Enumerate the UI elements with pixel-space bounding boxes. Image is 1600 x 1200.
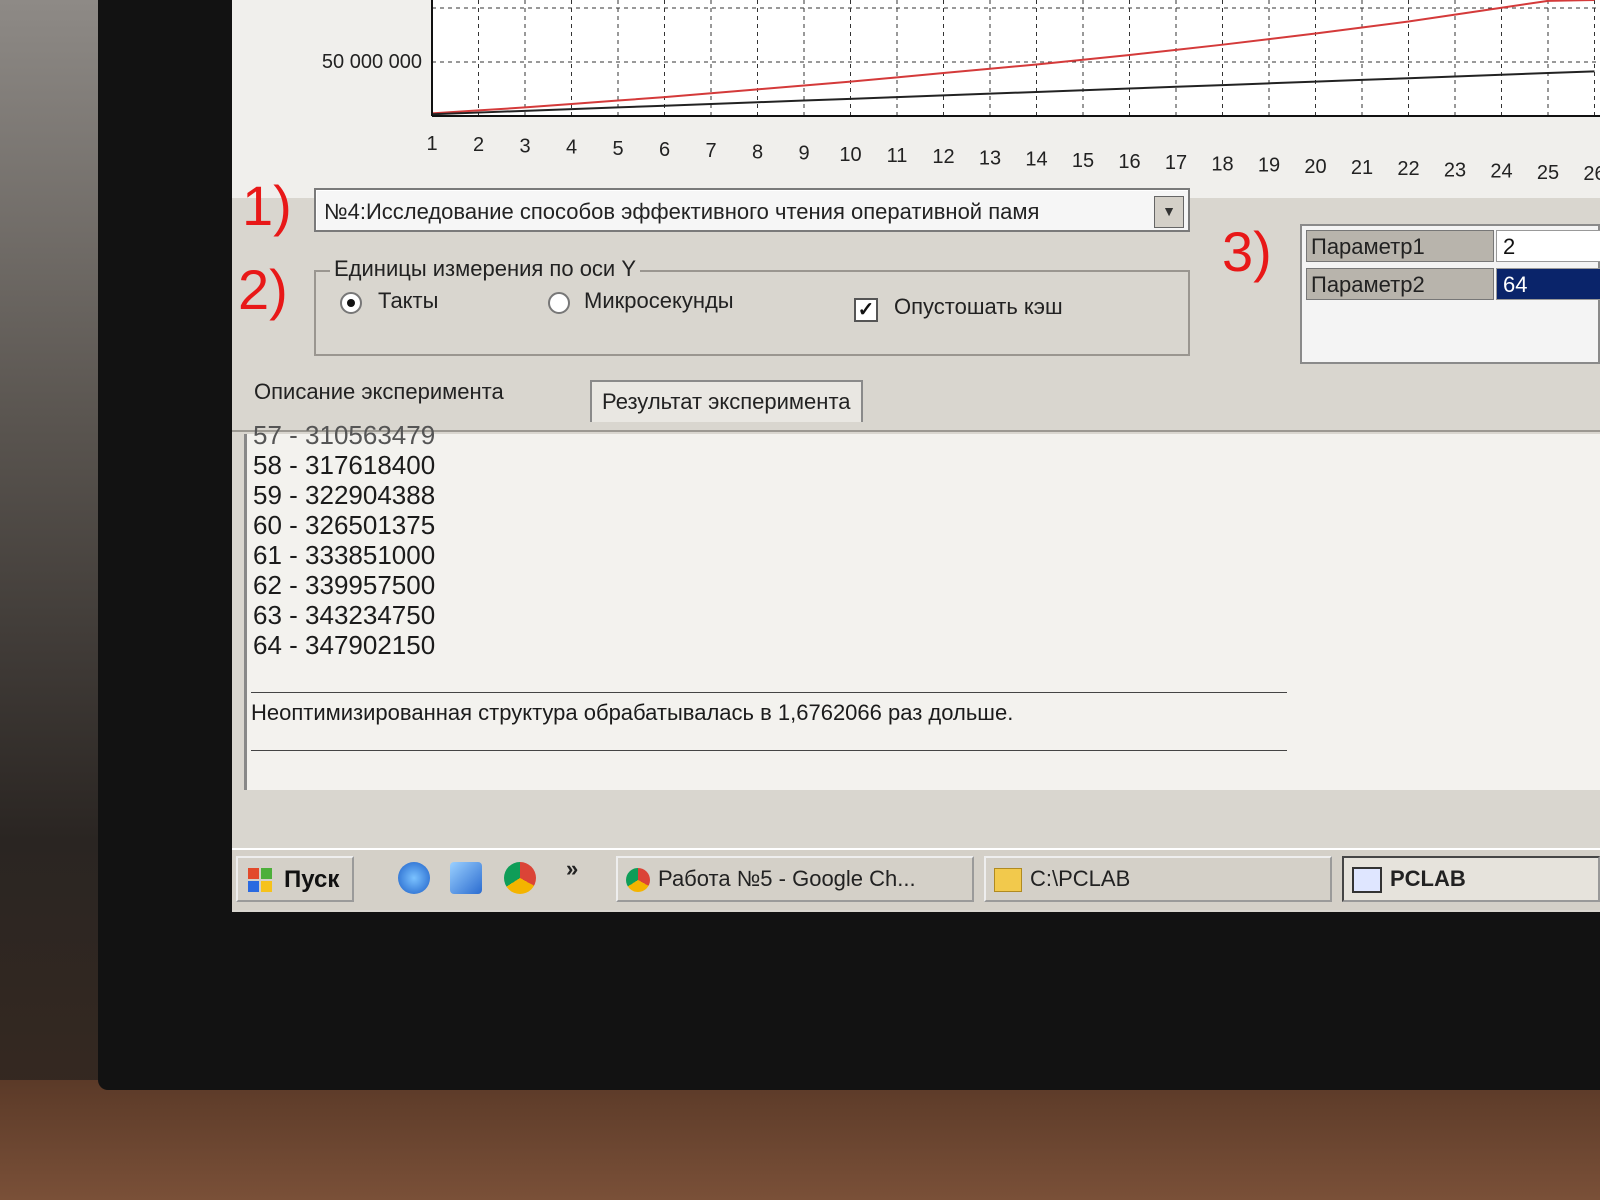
x-tick-label: 9 (798, 143, 809, 165)
result-line: 57 - 310563479 (253, 420, 436, 450)
radio-ticks[interactable] (340, 292, 362, 314)
desktop-icon[interactable] (450, 862, 482, 894)
x-tick-label: 13 (979, 147, 1001, 169)
x-tick-label: 7 (705, 140, 716, 162)
x-tick-label: 4 (566, 137, 577, 159)
task-chrome-window[interactable]: Работа №5 - Google Ch... (616, 856, 974, 902)
x-tick-label: 24 (1490, 161, 1512, 183)
folder-icon (994, 868, 1022, 893)
x-tick-label: 3 (519, 135, 530, 157)
result-line: 62 - 339957500 (253, 570, 436, 600)
radio-microseconds[interactable] (548, 292, 570, 314)
task-label: Работа №5 - Google Ch... (658, 866, 916, 891)
task-label: PCLAB (1390, 866, 1466, 891)
chrome-icon[interactable] (504, 862, 536, 894)
x-tick-label: 21 (1351, 157, 1373, 179)
chart-svg: 50 000 000 1 2 3 4 5 6 7 8 9 10 11 12 13 14 15 16 17 18 19… (322, 0, 1600, 185)
separator-line (251, 692, 1287, 693)
x-tick-label: 17 (1165, 152, 1187, 174)
x-tick-label: 20 (1304, 156, 1326, 178)
quicklaunch-more-icon[interactable]: » (566, 856, 578, 882)
start-label: Пуск (284, 866, 340, 893)
param-name: Параметр1 (1306, 230, 1494, 262)
experiment-select-value: №4:Исследование способов эффективного чт… (324, 199, 1040, 224)
desk-surface (0, 1080, 1600, 1200)
x-tick-label: 26 (1583, 163, 1600, 185)
x-tick-labels: 1 2 3 4 5 6 7 8 9 10 11 12 13 14 15 16 17 18 19 20 21 22 23 24 2… (426, 133, 1600, 185)
x-tick-label: 25 (1537, 162, 1559, 184)
annotation-3: 3) (1222, 220, 1272, 283)
x-tick-label: 5 (612, 138, 623, 160)
tab-description[interactable]: Описание эксперимента (244, 372, 514, 412)
x-tick-label: 15 (1072, 150, 1094, 172)
result-line: 60 - 326501375 (253, 510, 436, 540)
y-tick-label: 50 000 000 (322, 51, 422, 73)
chart-area: 50 000 000 1 2 3 4 5 6 7 8 9 10 11 12 13 14 15 16 17 18 19… (232, 0, 1600, 198)
task-pclab-window[interactable]: PCLAB (1342, 856, 1600, 902)
annotation-2: 2) (238, 258, 288, 321)
result-line: 58 - 317618400 (253, 450, 436, 480)
plot-background (432, 0, 1600, 116)
task-folder-window[interactable]: C:\PCLAB (984, 856, 1332, 902)
separator-line (251, 750, 1287, 751)
background-wall (0, 0, 100, 1200)
flush-cache-checkbox[interactable]: ✓ (854, 298, 878, 322)
flush-cache-label: Опустошать кэш (894, 294, 1063, 319)
windows-flag-icon (248, 868, 272, 892)
x-tick-label: 16 (1118, 151, 1140, 173)
chevron-down-icon[interactable]: ▼ (1154, 196, 1184, 228)
result-line: 61 - 333851000 (253, 540, 436, 570)
param-value[interactable]: 2 (1496, 230, 1600, 262)
result-line: 63 - 343234750 (253, 600, 436, 630)
chrome-icon (626, 868, 650, 893)
tab-divider (232, 430, 1600, 432)
param-value[interactable]: 64 (1496, 268, 1600, 300)
tab-results[interactable]: Результат эксперимента (590, 380, 863, 422)
x-tick-label: 22 (1397, 158, 1419, 180)
x-tick-label: 6 (659, 139, 670, 161)
y-units-group: Единицы измерения по оси Y Такты Микросе… (314, 256, 1190, 356)
screen: 50 000 000 1 2 3 4 5 6 7 8 9 10 11 12 13 14 15 16 17 18 19… (232, 0, 1600, 912)
param-row: Параметр2 64 (1306, 268, 1600, 302)
x-tick-label: 10 (839, 144, 861, 166)
result-line: 64 - 347902150 (253, 630, 436, 660)
params-grid: Параметр1 2 Параметр2 64 (1300, 224, 1600, 364)
x-tick-label: 1 (426, 133, 437, 155)
param-row: Параметр1 2 (1306, 230, 1600, 264)
x-tick-label: 2 (473, 134, 484, 156)
radio-microseconds-label: Микросекунды (584, 288, 734, 313)
pclab-window-icon (1352, 867, 1382, 894)
results-memo[interactable]: 57 - 310563479 58 - 317618400 59 - 32290… (244, 420, 1600, 790)
x-tick-label: 23 (1444, 159, 1466, 181)
tab-strip: Описание эксперимента Результат эксперим… (244, 370, 1600, 426)
radio-ticks-label: Такты (378, 288, 439, 313)
x-tick-label: 18 (1211, 153, 1233, 175)
y-units-legend: Единицы измерения по оси Y (330, 256, 641, 282)
result-line: 59 - 322904388 (253, 480, 436, 510)
x-tick-label: 12 (932, 146, 954, 168)
experiment-select[interactable]: №4:Исследование способов эффективного чт… (314, 188, 1190, 232)
result-summary: Неоптимизированная структура обрабатывал… (251, 700, 1014, 725)
annotation-1: 1) (242, 174, 292, 237)
param-name: Параметр2 (1306, 268, 1494, 300)
task-label: C:\PCLAB (1030, 866, 1131, 891)
start-button[interactable]: Пуск (236, 856, 354, 902)
x-tick-label: 19 (1258, 155, 1280, 177)
taskbar: Пуск » Работа №5 - Google Ch... C:\PCLAB… (232, 848, 1600, 910)
x-tick-label: 14 (1025, 149, 1047, 171)
x-tick-label: 11 (887, 145, 908, 167)
x-tick-label: 8 (752, 141, 763, 163)
internet-explorer-icon[interactable] (398, 862, 430, 894)
